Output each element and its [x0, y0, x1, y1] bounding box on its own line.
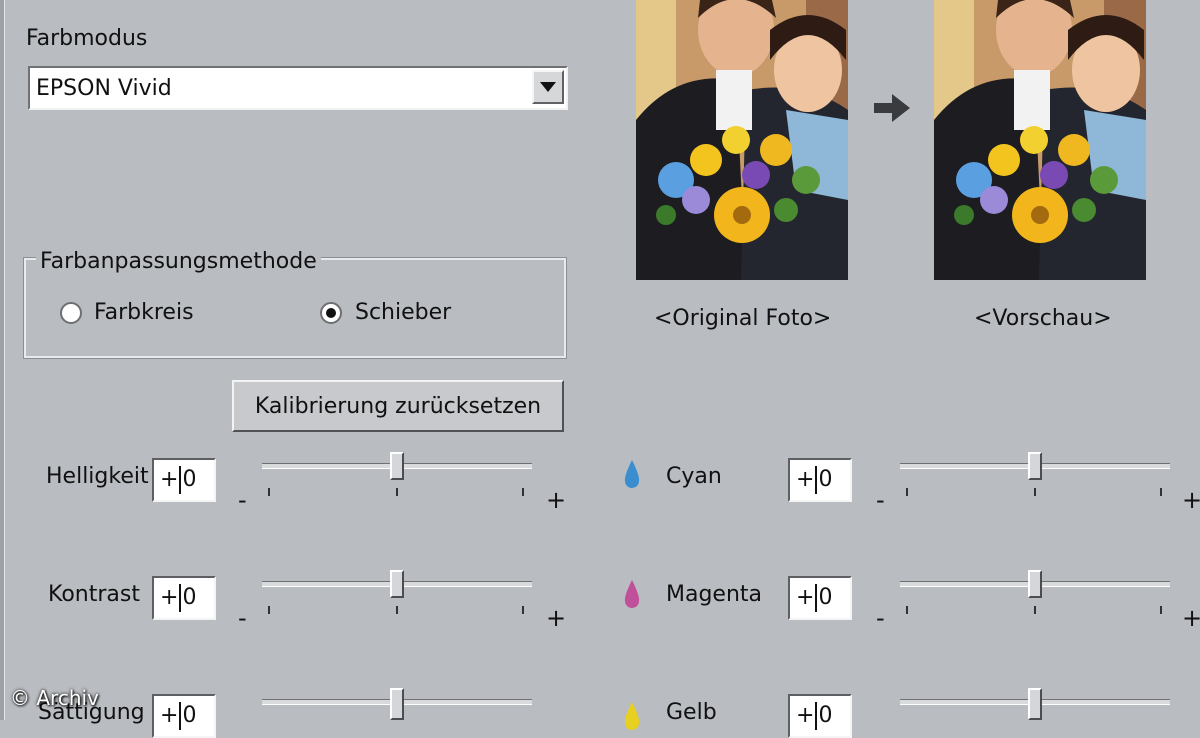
- slider-plus-label: +: [546, 604, 567, 632]
- value-sign: +: [160, 467, 179, 492]
- window-edge: [0, 0, 5, 720]
- brightness-slider-thumb[interactable]: [390, 452, 404, 480]
- slider-tick: [906, 488, 908, 496]
- slider-label-magenta: Magenta: [666, 582, 763, 607]
- contrast-slider-thumb[interactable]: [390, 570, 404, 598]
- saturation-value-field[interactable]: +0: [152, 694, 216, 738]
- slider-tick: [396, 606, 398, 614]
- slider-tick: [906, 606, 908, 614]
- slider-minus-label: -: [876, 604, 885, 632]
- slider-label-contrast: Kontrast: [48, 582, 140, 607]
- cyan-drop-icon: [622, 458, 642, 490]
- value-digit: 0: [182, 467, 197, 492]
- preview-photo: [934, 0, 1146, 280]
- yellow-value-field[interactable]: +0: [788, 694, 852, 738]
- slider-minus-label: -: [238, 604, 247, 632]
- radio-schieber[interactable]: [320, 302, 342, 324]
- value-digit: 0: [818, 585, 833, 610]
- reset-calibration-button[interactable]: Kalibrierung zurücksetzen: [232, 380, 564, 432]
- slider-tick: [396, 488, 398, 496]
- slider-tick: [522, 488, 524, 496]
- value-digit: 0: [818, 703, 833, 728]
- contrast-value-field[interactable]: +0: [152, 576, 216, 620]
- slider-label-yellow: Gelb: [666, 700, 717, 725]
- slider-plus-label: +: [1182, 486, 1200, 514]
- radio-schieber-label[interactable]: Schieber: [355, 300, 451, 325]
- value-digit: 0: [182, 585, 197, 610]
- cyan-value-field[interactable]: +0: [788, 458, 852, 502]
- brightness-value-field[interactable]: +0: [152, 458, 216, 502]
- slider-tick: [1034, 606, 1036, 614]
- slider-plus-label: +: [546, 486, 567, 514]
- preview-photo-caption: <Vorschau>: [974, 306, 1112, 331]
- value-sign: +: [796, 703, 815, 728]
- dropdown-arrow-button[interactable]: [532, 70, 564, 104]
- slider-tick: [1034, 488, 1036, 496]
- slider-label-brightness: Helligkeit: [46, 464, 149, 489]
- color-mode-select[interactable]: EPSON Vivid: [28, 66, 568, 110]
- slider-tick: [1160, 606, 1162, 614]
- saturation-slider-thumb[interactable]: [390, 688, 404, 720]
- yellow-slider-thumb[interactable]: [1028, 688, 1042, 720]
- radio-farbkreis-label[interactable]: Farbkreis: [94, 300, 194, 325]
- magenta-value-field[interactable]: +0: [788, 576, 852, 620]
- slider-plus-label: +: [1182, 604, 1200, 632]
- color-mode-value: EPSON Vivid: [36, 76, 172, 101]
- value-digit: 0: [818, 467, 833, 492]
- matching-method-legend: Farbanpassungsmethode: [36, 249, 321, 274]
- radio-selected-dot: [326, 308, 336, 318]
- magenta-slider-thumb[interactable]: [1028, 570, 1042, 598]
- magenta-drop-icon: [622, 578, 642, 610]
- color-mode-label: Farbmodus: [26, 26, 148, 51]
- value-sign: +: [796, 585, 815, 610]
- value-sign: +: [160, 585, 179, 610]
- slider-minus-label: -: [238, 486, 247, 514]
- slider-tick: [1160, 488, 1162, 496]
- value-sign: +: [796, 467, 815, 492]
- slider-minus-label: -: [876, 486, 885, 514]
- arrow-right-icon: [872, 92, 912, 128]
- slider-tick: [268, 606, 270, 614]
- yellow-drop-icon: [622, 700, 642, 732]
- slider-tick: [522, 606, 524, 614]
- slider-label-cyan: Cyan: [666, 464, 722, 489]
- value-digit: 0: [182, 703, 197, 728]
- original-photo-caption: <Original Foto>: [654, 306, 832, 331]
- radio-farbkreis[interactable]: [60, 302, 82, 324]
- slider-tick: [268, 488, 270, 496]
- chevron-down-icon: [540, 82, 556, 92]
- cyan-slider-thumb[interactable]: [1028, 452, 1042, 480]
- value-sign: +: [160, 703, 179, 728]
- copyright-watermark: © Archiv: [10, 686, 99, 710]
- original-photo: [636, 0, 848, 280]
